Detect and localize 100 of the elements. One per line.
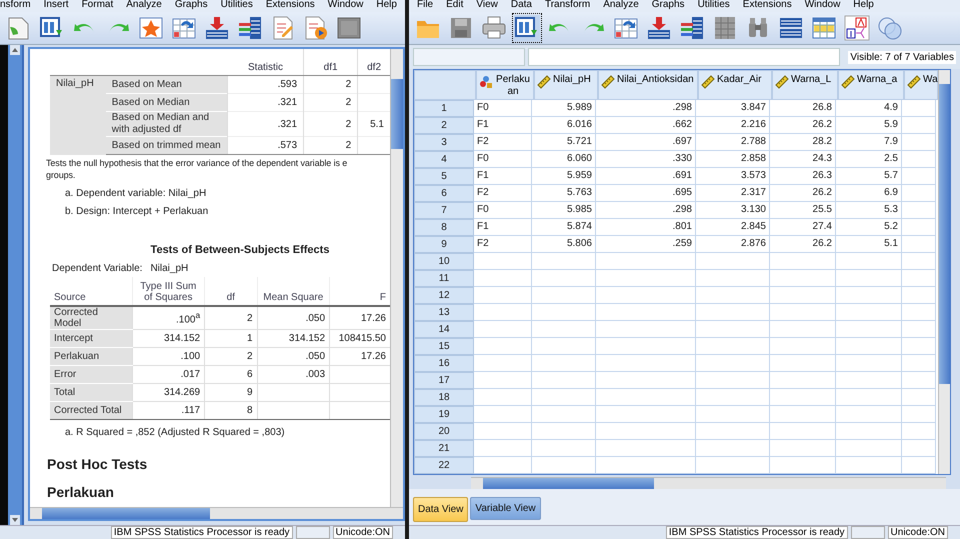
vertical-scrollbar[interactable] (938, 70, 950, 474)
table-cell[interactable] (474, 321, 532, 338)
table-cell[interactable] (696, 457, 770, 474)
table-icon[interactable] (778, 15, 804, 41)
table-cell[interactable]: 2.858 (696, 151, 770, 168)
table-cell[interactable] (902, 423, 936, 440)
menu-item[interactable]: Analyze (603, 0, 639, 10)
table-cell[interactable] (902, 440, 936, 457)
row-number[interactable]: 18 (414, 389, 474, 406)
table-cell[interactable] (596, 338, 696, 355)
bars-table-icon[interactable] (237, 15, 263, 41)
table-cell[interactable] (770, 338, 836, 355)
table-cell[interactable]: 3.847 (696, 100, 770, 117)
save-icon[interactable] (448, 15, 474, 41)
menu-item[interactable]: Analyze (126, 0, 162, 10)
table-cell[interactable] (902, 338, 936, 355)
table-cell[interactable] (902, 372, 936, 389)
table-cell[interactable] (596, 440, 696, 457)
table-cell[interactable]: .697 (596, 134, 696, 151)
table-cell[interactable] (836, 270, 902, 287)
horizontal-scrollbar[interactable] (471, 477, 946, 489)
printer-icon[interactable] (481, 15, 507, 41)
table-cell[interactable] (596, 304, 696, 321)
table-cell[interactable]: .259 (596, 236, 696, 253)
table-cell[interactable] (902, 202, 936, 219)
row-number[interactable]: 20 (414, 423, 474, 440)
table-cell[interactable] (902, 253, 936, 270)
table-cell[interactable] (596, 321, 696, 338)
row-number[interactable]: 7 (414, 202, 474, 219)
table-cell[interactable] (836, 321, 902, 338)
table-cell[interactable] (770, 253, 836, 270)
row-number[interactable]: 22 (414, 457, 474, 474)
column-header[interactable]: Kadar_Air (698, 70, 772, 100)
table-cell[interactable]: 5.721 (532, 134, 596, 151)
table-cell[interactable] (532, 372, 596, 389)
horizontal-scrollbar[interactable] (30, 507, 403, 519)
menu-item[interactable]: Window (804, 0, 840, 10)
table-cell[interactable] (596, 423, 696, 440)
menu-item[interactable]: Graphs (652, 0, 685, 10)
table-cell[interactable] (596, 372, 696, 389)
table-cell[interactable] (770, 355, 836, 372)
table-cell[interactable] (474, 457, 532, 474)
table-cell[interactable] (474, 423, 532, 440)
table-cell[interactable] (532, 423, 596, 440)
table-cell[interactable] (902, 168, 936, 185)
table-cell[interactable] (474, 338, 532, 355)
table-cell[interactable]: .662 (596, 117, 696, 134)
table-cell[interactable]: 26.2 (770, 117, 836, 134)
row-number[interactable]: 4 (414, 151, 474, 168)
menu-item[interactable]: Data (510, 0, 532, 10)
table-cell[interactable] (696, 321, 770, 338)
table-cell[interactable] (836, 406, 902, 423)
table-cell[interactable] (902, 100, 936, 117)
table-cell[interactable]: 2.845 (696, 219, 770, 236)
table-cell[interactable] (474, 389, 532, 406)
table-cell[interactable]: 5.7 (836, 168, 902, 185)
table-cell[interactable] (596, 406, 696, 423)
table-cell[interactable] (696, 440, 770, 457)
table-cell[interactable] (836, 423, 902, 440)
table-cell[interactable] (770, 321, 836, 338)
table-cell[interactable] (836, 389, 902, 406)
table-cell[interactable] (836, 355, 902, 372)
table-cell[interactable]: 7.9 (836, 134, 902, 151)
table-cell[interactable] (596, 355, 696, 372)
table-cell[interactable]: .298 (596, 202, 696, 219)
table-cell[interactable]: .298 (596, 100, 696, 117)
table-cell[interactable] (770, 406, 836, 423)
table-cell[interactable]: 27.4 (770, 219, 836, 236)
table-cell[interactable]: 5.2 (836, 219, 902, 236)
table-cell[interactable] (770, 389, 836, 406)
table-cell[interactable] (770, 423, 836, 440)
column-header[interactable]: Perlakuan (476, 70, 534, 100)
table-cell[interactable] (696, 389, 770, 406)
table-cell[interactable]: 2.317 (696, 185, 770, 202)
table-cell[interactable]: 5.959 (532, 168, 596, 185)
row-number[interactable]: 13 (414, 304, 474, 321)
table-cell[interactable] (836, 304, 902, 321)
table-cell[interactable] (836, 440, 902, 457)
scroll-down-icon[interactable] (10, 515, 20, 525)
table-cell[interactable]: .330 (596, 151, 696, 168)
table-cell[interactable] (902, 151, 936, 168)
table-cell[interactable] (836, 287, 902, 304)
menu-item[interactable]: Insert (44, 0, 69, 10)
cell-reference-field[interactable] (413, 48, 525, 66)
table-cell[interactable] (596, 287, 696, 304)
table-cell[interactable] (696, 338, 770, 355)
table-cell[interactable]: F0 (474, 151, 532, 168)
table-cell[interactable] (474, 406, 532, 423)
cell-value-field[interactable] (528, 48, 840, 66)
table-cell[interactable] (532, 253, 596, 270)
bars-table-icon[interactable] (679, 15, 705, 41)
view-tab[interactable]: Variable View (470, 497, 541, 520)
menu-item[interactable]: Format (82, 0, 114, 10)
table-cell[interactable] (474, 304, 532, 321)
row-number[interactable]: 12 (414, 287, 474, 304)
table-cell[interactable] (474, 253, 532, 270)
table-cell[interactable] (902, 219, 936, 236)
table-cell[interactable] (532, 270, 596, 287)
row-number[interactable]: 1 (414, 100, 474, 117)
table-cell[interactable] (836, 457, 902, 474)
